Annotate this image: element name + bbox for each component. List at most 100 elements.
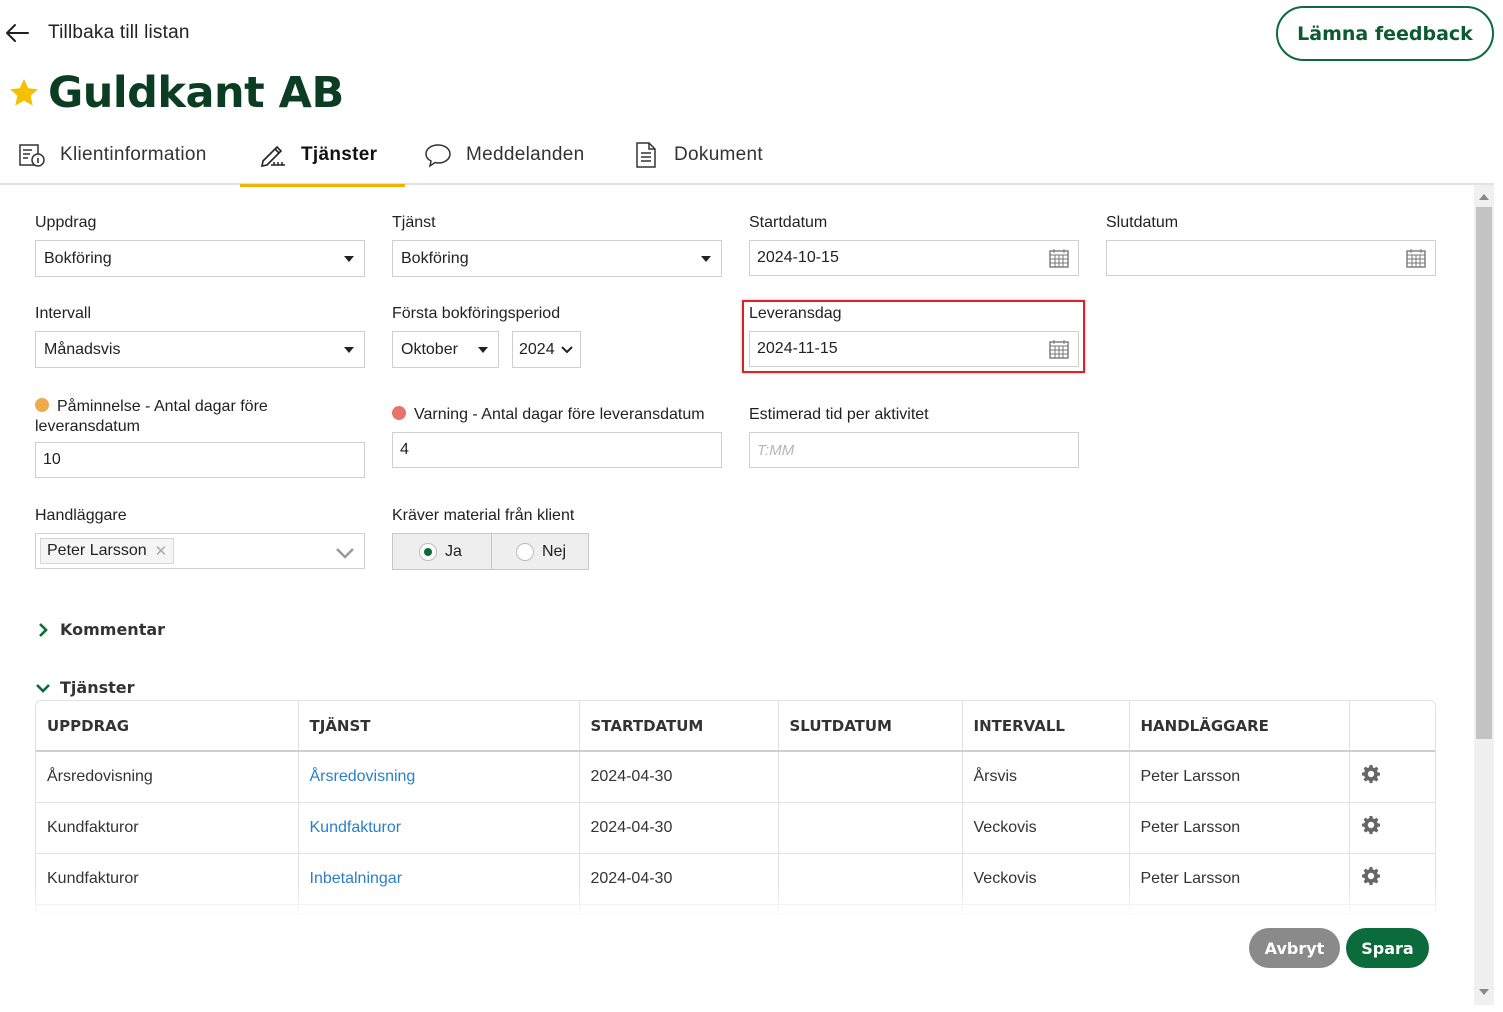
radio-ja[interactable]: Ja (393, 534, 491, 569)
column-header[interactable]: HANDLÄGGARE (1129, 701, 1350, 752)
kommentar-toggle[interactable]: Kommentar (36, 620, 165, 639)
varning-value: 4 (400, 441, 409, 458)
kommentar-label: Kommentar (60, 620, 166, 639)
varning-label-text: Varning - Antal dagar före leveransdatum (414, 406, 705, 423)
cell-handlaggare: Peter Larsson (1129, 802, 1350, 854)
estimerad-tid-label: Estimerad tid per aktivitet (749, 406, 929, 423)
cell-handlaggare: Peter Larsson (1129, 853, 1350, 905)
feedback-button[interactable]: Lämna feedback (1276, 6, 1494, 61)
back-link[interactable]: Tillbaka till listan (4, 20, 190, 46)
cell-uppdrag: Kundfakturor (36, 802, 299, 854)
cell-intervall: Veckovis (962, 853, 1130, 905)
tjanster-table: UPPDRAG TJÄNST STARTDATUM SLUTDATUM INTE… (35, 700, 1436, 914)
tjanst-link[interactable]: Inbetalningar (310, 870, 403, 887)
period-year-value: 2024 (519, 340, 555, 358)
star-icon[interactable] (8, 77, 40, 109)
startdatum-input[interactable]: 2024-10-15 (749, 240, 1079, 276)
cell-actions (1349, 802, 1435, 854)
cell-tjanst: Årsredovisning (298, 751, 580, 803)
tab-bar: Klientinformation Tjänster Meddelanden D… (0, 124, 1494, 187)
handlaggare-label: Handläggare (35, 507, 127, 524)
calendar-icon[interactable] (1048, 247, 1070, 269)
calendar-icon[interactable] (1048, 338, 1070, 360)
scrollbar[interactable] (1474, 185, 1494, 1005)
period-year-select[interactable]: 2024 (512, 331, 581, 368)
gear-icon[interactable] (1361, 866, 1381, 886)
gear-icon[interactable] (1361, 815, 1381, 835)
orange-dot-icon (35, 398, 49, 412)
kraver-material-label: Kräver material från klient (392, 507, 575, 524)
tab-meddelanden[interactable]: Meddelanden (424, 124, 584, 185)
save-button[interactable]: Spara (1346, 928, 1429, 968)
cell-slutdatum (778, 802, 963, 854)
tab-tjanster[interactable]: Tjänster (239, 124, 406, 187)
cell-tjanst: Kundfakturor (298, 802, 580, 854)
radio-nej[interactable]: Nej (491, 534, 588, 569)
gear-icon[interactable] (1361, 764, 1381, 784)
chevron-down-icon (36, 683, 50, 693)
chevron-down-icon[interactable] (335, 547, 355, 559)
startdatum-value: 2024-10-15 (757, 249, 839, 266)
estimerad-tid-input[interactable]: T:MM (749, 432, 1079, 468)
cell-tjanst: Inbetalningar (298, 853, 580, 905)
intervall-select[interactable]: Månadsvis (35, 331, 365, 368)
arrow-left-icon (6, 24, 29, 42)
tjanst-label: Tjänst (392, 214, 436, 231)
calendar-icon[interactable] (1405, 247, 1427, 269)
tab-label: Dokument (674, 143, 763, 165)
period-month-value: Oktober (401, 340, 458, 358)
radio-unchecked-icon (516, 542, 534, 561)
cell-startdatum: 2024-04-30 (579, 802, 779, 854)
paminnelse-label: Påminnelse - Antal dagar före leveransda… (35, 397, 335, 437)
forsta-period-label: Första bokföringsperiod (392, 305, 561, 322)
scroll-up-icon[interactable] (1479, 194, 1489, 200)
tjanst-link[interactable]: Årsredovisning (310, 768, 416, 785)
cell-startdatum: 2024-04-30 (579, 853, 779, 905)
paminnelse-input[interactable]: 10 (35, 442, 365, 478)
kraver-material-radio-group: Ja Nej (392, 533, 589, 570)
slutdatum-label: Slutdatum (1106, 214, 1179, 231)
period-month-select[interactable]: Oktober (392, 331, 499, 368)
footer-bar (0, 914, 1474, 1012)
cancel-button[interactable]: Avbryt (1249, 928, 1340, 968)
column-header[interactable]: INTERVALL (962, 701, 1130, 752)
remove-tag-icon[interactable]: ✕ (155, 542, 168, 560)
table-row (36, 904, 1435, 913)
chat-bubble-icon (425, 143, 451, 168)
leveransdag-value: 2024-11-15 (757, 340, 838, 357)
paminnelse-value: 10 (43, 451, 61, 468)
column-header[interactable]: TJÄNST (298, 701, 580, 752)
scroll-down-icon[interactable] (1479, 989, 1489, 995)
tab-klientinformation[interactable]: Klientinformation (18, 124, 207, 185)
handlaggare-tag: Peter Larsson ✕ (40, 538, 175, 564)
cell-actions (1349, 751, 1435, 803)
table-row: Årsredovisning Årsredovisning 2024-04-30… (36, 751, 1435, 803)
uppdrag-select[interactable]: Bokföring (35, 240, 365, 277)
chevron-down-icon (561, 346, 573, 354)
tjanster-label: Tjänster (60, 678, 135, 697)
cell-intervall: Veckovis (962, 802, 1130, 854)
caret-down-icon (478, 347, 488, 353)
handlaggare-select[interactable]: Peter Larsson ✕ (35, 533, 365, 569)
column-header[interactable]: SLUTDATUM (778, 701, 963, 752)
leveransdag-input[interactable]: 2024-11-15 (749, 331, 1079, 367)
document-icon (636, 141, 656, 168)
tab-label: Klientinformation (60, 143, 207, 165)
varning-input[interactable]: 4 (392, 432, 722, 468)
slutdatum-input[interactable] (1106, 240, 1436, 276)
back-link-label: Tillbaka till listan (48, 22, 190, 43)
startdatum-label: Startdatum (749, 214, 828, 231)
tjanst-select[interactable]: Bokföring (392, 240, 722, 277)
caret-down-icon (344, 256, 354, 262)
table-row: Kundfakturor Kundfakturor 2024-04-30 Vec… (36, 802, 1435, 854)
tab-dokument[interactable]: Dokument (632, 124, 763, 185)
tjanster-toggle[interactable]: Tjänster (36, 678, 135, 697)
column-header[interactable]: STARTDATUM (579, 701, 779, 752)
varning-label: Varning - Antal dagar före leveransdatum (392, 406, 705, 424)
intervall-label: Intervall (35, 305, 92, 322)
caret-down-icon (344, 347, 354, 353)
intervall-value: Månadsvis (44, 340, 121, 358)
scroll-thumb[interactable] (1476, 207, 1492, 739)
column-header[interactable]: UPPDRAG (36, 701, 299, 752)
tjanst-link[interactable]: Kundfakturor (310, 819, 402, 836)
